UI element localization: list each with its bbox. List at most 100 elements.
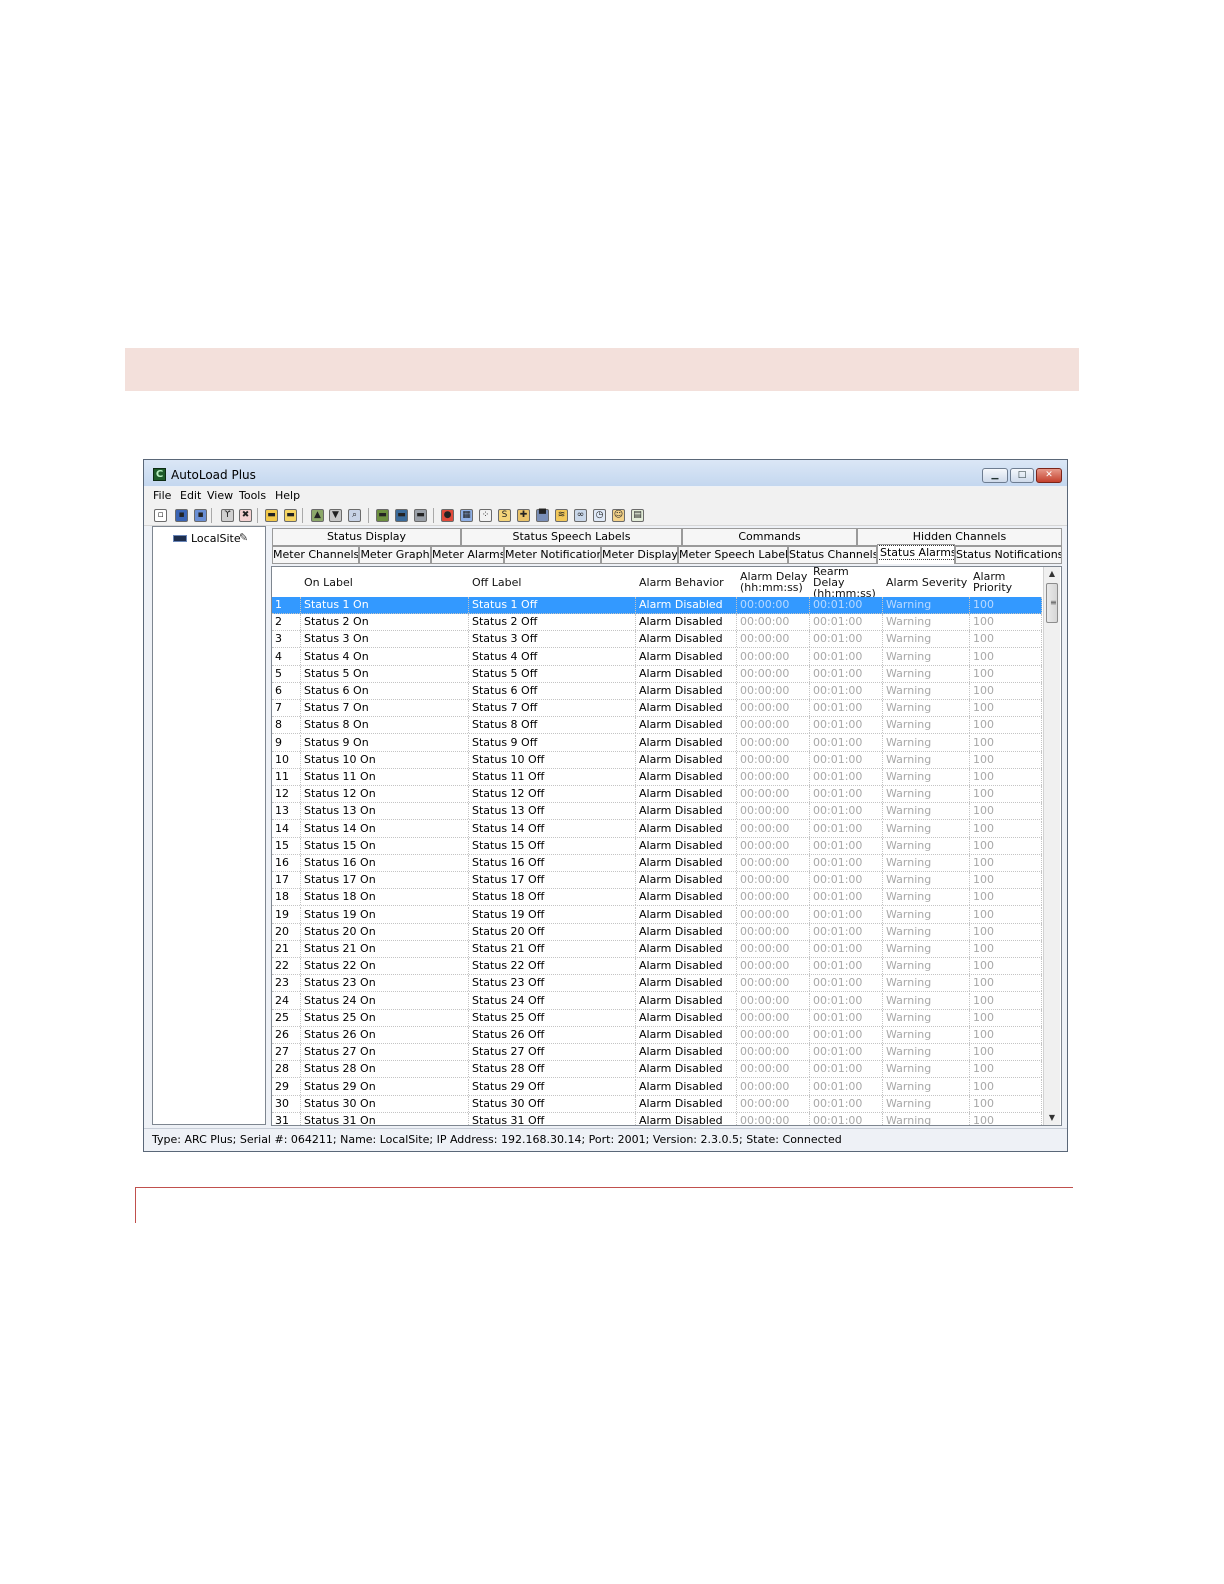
cell-rearm-delay[interactable]: 00:01:00 xyxy=(810,665,883,682)
cell-row-number[interactable]: 16 xyxy=(272,855,301,871)
cell-on-label[interactable]: Status 25 On xyxy=(301,1009,469,1026)
column-header-on-label[interactable]: On Label xyxy=(301,567,469,597)
cell-alarm-behavior[interactable]: Alarm Disabled xyxy=(636,820,737,837)
cell-rearm-delay[interactable]: 00:01:00 xyxy=(810,1113,883,1125)
cell-off-label[interactable]: Status 26 Off xyxy=(469,1027,636,1043)
cell-alarm-severity[interactable]: Warning xyxy=(883,1061,970,1078)
cell-row-number[interactable]: 3 xyxy=(272,631,301,648)
cell-off-label[interactable]: Status 29 Off xyxy=(469,1078,636,1095)
cell-off-label[interactable]: Status 11 Off xyxy=(469,769,636,785)
table-row[interactable]: 8 Status 8 On Status 8 Off Alarm Disabled 00… xyxy=(272,717,1042,735)
alarm-bell-icon[interactable]: ● xyxy=(441,509,454,522)
cell-alarm-priority[interactable]: 100 xyxy=(970,717,1042,734)
cell-off-label[interactable]: Status 8 Off xyxy=(469,717,636,734)
cell-alarm-delay[interactable]: 00:00:00 xyxy=(737,992,810,1009)
chart-icon[interactable]: ▤ xyxy=(631,509,644,522)
table-row[interactable]: 6 Status 6 On Status 6 Off Alarm Disabled 00… xyxy=(272,683,1042,700)
cell-alarm-priority[interactable]: 100 xyxy=(970,872,1042,889)
cell-alarm-priority[interactable]: 100 xyxy=(970,665,1042,682)
cell-rearm-delay[interactable]: 00:01:00 xyxy=(810,958,883,975)
cell-alarm-severity[interactable]: Warning xyxy=(883,751,970,768)
cell-alarm-severity[interactable]: Warning xyxy=(883,648,970,665)
cell-rearm-delay[interactable]: 00:01:00 xyxy=(810,597,883,613)
cell-row-number[interactable]: 5 xyxy=(272,665,301,682)
cell-row-number[interactable]: 20 xyxy=(272,923,301,940)
cell-alarm-delay[interactable]: 00:00:00 xyxy=(737,941,810,957)
cell-off-label[interactable]: Status 19 Off xyxy=(469,906,636,923)
tab-meter-alarms[interactable]: Meter Alarms xyxy=(431,546,504,564)
cell-rearm-delay[interactable]: 00:01:00 xyxy=(810,1095,883,1112)
column-header-off-label[interactable]: Off Label xyxy=(469,567,636,597)
cell-alarm-priority[interactable]: 100 xyxy=(970,889,1042,906)
cell-alarm-delay[interactable]: 00:00:00 xyxy=(737,631,810,648)
scroll-thumb[interactable]: ≡ xyxy=(1046,583,1058,623)
cell-off-label[interactable]: Status 14 Off xyxy=(469,820,636,837)
command-icon[interactable]: ✚ xyxy=(517,509,530,522)
cell-on-label[interactable]: Status 30 On xyxy=(301,1095,469,1112)
cell-row-number[interactable]: 25 xyxy=(272,1009,301,1026)
cell-alarm-behavior[interactable]: Alarm Disabled xyxy=(636,975,737,992)
menu-edit[interactable]: Edit xyxy=(180,489,201,502)
cell-alarm-priority[interactable]: 100 xyxy=(970,1061,1042,1078)
cell-rearm-delay[interactable]: 00:01:00 xyxy=(810,614,883,631)
cell-on-label[interactable]: Status 17 On xyxy=(301,872,469,889)
cell-on-label[interactable]: Status 8 On xyxy=(301,717,469,734)
cell-alarm-behavior[interactable]: Alarm Disabled xyxy=(636,1095,737,1112)
table-row[interactable]: 3 Status 3 On Status 3 Off Alarm Disabled 00… xyxy=(272,631,1042,649)
cell-rearm-delay[interactable]: 00:01:00 xyxy=(810,837,883,854)
table-row[interactable]: 2 Status 2 On Status 2 Off Alarm Disabled 00… xyxy=(272,614,1042,632)
cell-off-label[interactable]: Status 5 Off xyxy=(469,665,636,682)
cell-off-label[interactable]: Status 30 Off xyxy=(469,1095,636,1112)
cell-off-label[interactable]: Status 1 Off xyxy=(469,597,636,613)
cell-on-label[interactable]: Status 6 On xyxy=(301,683,469,699)
cell-alarm-severity[interactable]: Warning xyxy=(883,820,970,837)
cell-row-number[interactable]: 12 xyxy=(272,786,301,803)
cell-alarm-delay[interactable]: 00:00:00 xyxy=(737,614,810,631)
table-row[interactable]: 25 Status 25 On Status 25 Off Alarm Disable… xyxy=(272,1009,1042,1027)
minimize-button[interactable]: ▁ xyxy=(982,468,1008,483)
menu-tools[interactable]: Tools xyxy=(239,489,266,502)
cell-row-number[interactable]: 13 xyxy=(272,803,301,820)
cell-alarm-behavior[interactable]: Alarm Disabled xyxy=(636,1078,737,1095)
tree-item-localsite[interactable]: LocalSite ✎ xyxy=(169,531,253,546)
cell-alarm-priority[interactable]: 100 xyxy=(970,597,1042,613)
cell-alarm-priority[interactable]: 100 xyxy=(970,975,1042,992)
cell-on-label[interactable]: Status 29 On xyxy=(301,1078,469,1095)
cell-rearm-delay[interactable]: 00:01:00 xyxy=(810,872,883,889)
table-row[interactable]: 27 Status 27 On Status 27 Off Alarm Disable… xyxy=(272,1044,1042,1062)
cell-alarm-behavior[interactable]: Alarm Disabled xyxy=(636,631,737,648)
cell-on-label[interactable]: Status 14 On xyxy=(301,820,469,837)
cell-alarm-priority[interactable]: 100 xyxy=(970,631,1042,648)
cell-rearm-delay[interactable]: 00:01:00 xyxy=(810,734,883,751)
cell-on-label[interactable]: Status 3 On xyxy=(301,631,469,648)
cell-alarm-priority[interactable]: 100 xyxy=(970,855,1042,871)
cell-off-label[interactable]: Status 2 Off xyxy=(469,614,636,631)
tab-status-channels[interactable]: Status Channels xyxy=(788,546,877,564)
cell-alarm-severity[interactable]: Warning xyxy=(883,992,970,1009)
macro-icon[interactable]: ≋ xyxy=(555,509,568,522)
cell-off-label[interactable]: Status 15 Off xyxy=(469,837,636,854)
cell-on-label[interactable]: Status 16 On xyxy=(301,855,469,871)
new-icon[interactable]: ▫ xyxy=(154,509,167,522)
cell-row-number[interactable]: 7 xyxy=(272,700,301,717)
cell-on-label[interactable]: Status 9 On xyxy=(301,734,469,751)
pencil-icon[interactable]: ✎ xyxy=(239,531,248,544)
cell-alarm-delay[interactable]: 00:00:00 xyxy=(737,889,810,906)
cell-off-label[interactable]: Status 13 Off xyxy=(469,803,636,820)
cell-alarm-delay[interactable]: 00:00:00 xyxy=(737,975,810,992)
cell-on-label[interactable]: Status 18 On xyxy=(301,889,469,906)
cell-row-number[interactable]: 10 xyxy=(272,751,301,768)
cell-alarm-behavior[interactable]: Alarm Disabled xyxy=(636,837,737,854)
cell-alarm-severity[interactable]: Warning xyxy=(883,717,970,734)
cell-row-number[interactable]: 21 xyxy=(272,941,301,957)
cell-rearm-delay[interactable]: 00:01:00 xyxy=(810,786,883,803)
cell-on-label[interactable]: Status 2 On xyxy=(301,614,469,631)
cell-on-label[interactable]: Status 27 On xyxy=(301,1044,469,1061)
cell-alarm-priority[interactable]: 100 xyxy=(970,751,1042,768)
cell-alarm-delay[interactable]: 00:00:00 xyxy=(737,923,810,940)
tab-status-notifications[interactable]: Status Notifications xyxy=(955,546,1062,564)
grid-icon[interactable]: ▦ xyxy=(460,509,473,522)
cell-off-label[interactable]: Status 12 Off xyxy=(469,786,636,803)
table-row[interactable]: 19 Status 19 On Status 19 Off Alarm Disable… xyxy=(272,906,1042,924)
cell-alarm-delay[interactable]: 00:00:00 xyxy=(737,1061,810,1078)
